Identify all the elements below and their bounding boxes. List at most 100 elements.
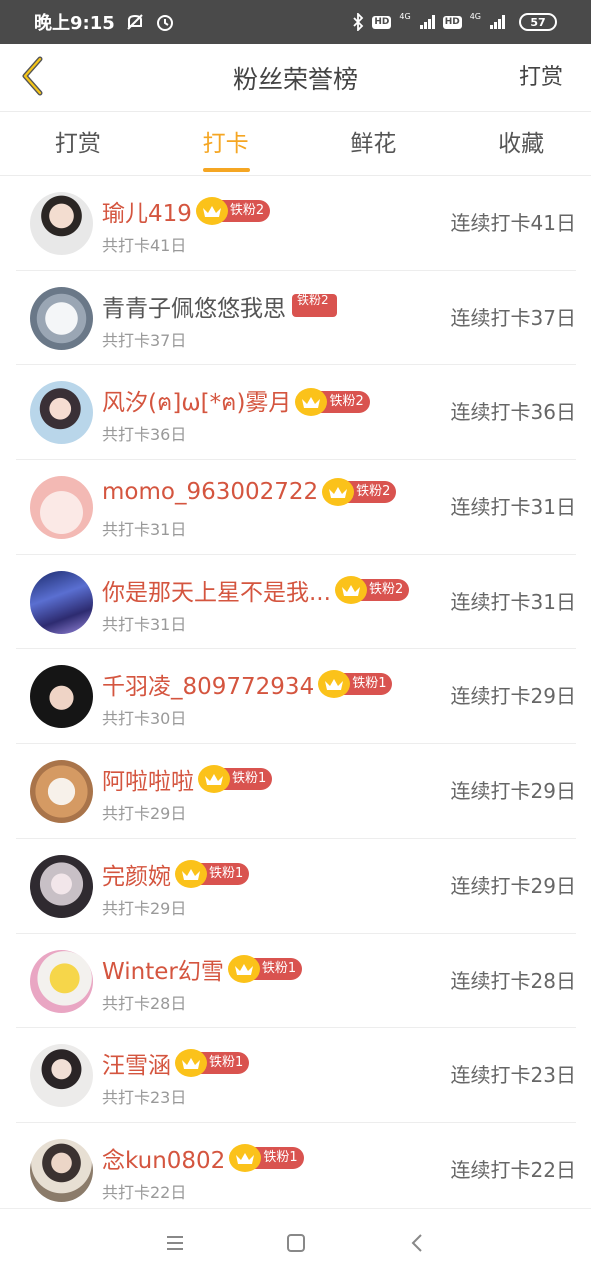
streak-count: 连续打卡36日	[450, 400, 576, 425]
fan-level-label: 铁粉2	[292, 294, 337, 318]
avatar[interactable]	[30, 570, 93, 634]
reward-button[interactable]: 打赏	[519, 44, 563, 112]
hd-badge-right: HD	[442, 15, 462, 29]
list-item[interactable]: Winter幻雪 铁粉1 共打卡28日 连续打卡28日	[16, 934, 576, 1029]
user-name[interactable]: 青青子佩悠悠我思	[102, 289, 286, 323]
fan-level-badge: 铁粉2	[334, 575, 410, 604]
system-back-button[interactable]	[356, 1209, 477, 1280]
home-button[interactable]	[235, 1209, 356, 1280]
user-name[interactable]: 你是那天上星不是我...	[102, 573, 331, 607]
back-icon	[410, 1233, 424, 1257]
total-checkins: 共打卡29日	[102, 804, 187, 824]
fan-level-badge: 铁粉1	[175, 1049, 250, 1078]
user-name[interactable]: 汪雪涵	[102, 1046, 171, 1080]
list-item[interactable]: 阿啦啦啦 铁粉1 共打卡29日 连续打卡29日	[16, 744, 576, 839]
streak-count: 连续打卡28日	[450, 968, 576, 993]
crown-icon	[229, 1143, 262, 1172]
avatar[interactable]	[30, 286, 93, 350]
tab-reward[interactable]: 打赏	[0, 112, 148, 175]
user-name[interactable]: 完颜婉	[102, 857, 171, 891]
avatar[interactable]	[30, 760, 93, 824]
crown-icon	[175, 1049, 207, 1078]
alarm-icon	[155, 12, 175, 32]
streak-count: 连续打卡29日	[450, 873, 576, 898]
battery-icon: 57	[519, 13, 557, 31]
total-checkins: 共打卡23日	[102, 1088, 187, 1108]
tab-flowers[interactable]: 鲜花	[296, 112, 444, 175]
streak-count: 连续打卡22日	[450, 1157, 576, 1182]
fan-level-badge: 铁粉1	[229, 1143, 304, 1172]
total-checkins: 共打卡28日	[102, 993, 187, 1013]
signal-icon	[490, 15, 505, 29]
network-right: 4G	[469, 12, 481, 21]
avatar[interactable]	[30, 381, 93, 445]
list-item[interactable]: 风汐(ฅ]ω[*ฅ)雾月 铁粉2 共打卡36日 连续打卡36日	[16, 365, 576, 461]
battery-level: 57	[530, 15, 546, 29]
streak-count: 连续打卡29日	[450, 779, 576, 804]
streak-count: 连续打卡29日	[450, 684, 576, 709]
avatar[interactable]	[30, 192, 93, 255]
menu-icon	[165, 1235, 185, 1255]
fan-level-badge: 铁粉1	[198, 765, 273, 794]
avatar[interactable]	[30, 949, 93, 1013]
fan-level-badge: 铁粉2	[295, 388, 370, 417]
bluetooth-icon	[352, 13, 364, 31]
user-name[interactable]: Winter幻雪	[102, 952, 224, 986]
fan-level-badge: 铁粉1	[318, 670, 393, 699]
crown-icon	[175, 859, 207, 888]
chevron-left-icon	[20, 56, 44, 100]
streak-count: 连续打卡23日	[450, 1063, 576, 1088]
avatar[interactable]	[30, 1044, 93, 1108]
list-item[interactable]: 你是那天上星不是我... 铁粉2 共打卡31日 连续打卡31日	[16, 555, 576, 650]
fan-level-badge: 铁粉1	[227, 954, 303, 983]
crown-icon	[227, 954, 260, 983]
list-item[interactable]: 青青子佩悠悠我思 铁粉2 共打卡37日 连续打卡37日	[16, 271, 576, 366]
user-name[interactable]: 念kun0802	[102, 1141, 225, 1175]
total-checkins: 共打卡37日	[102, 330, 187, 350]
list-item[interactable]: 完颜婉 铁粉1 共打卡29日 连续打卡29日	[16, 839, 576, 934]
list-item[interactable]: 汪雪涵 铁粉1 共打卡23日 连续打卡23日	[16, 1028, 576, 1123]
total-checkins: 共打卡31日	[102, 614, 187, 634]
tab-checkin[interactable]: 打卡	[148, 112, 296, 175]
tab-bar: 打赏 打卡 鲜花 收藏	[0, 112, 591, 176]
user-name[interactable]: 千羽凌_809772934	[102, 667, 314, 701]
avatar[interactable]	[30, 665, 93, 729]
crown-icon	[198, 765, 230, 794]
user-name[interactable]: 风汐(ฅ]ω[*ฅ)雾月	[102, 383, 291, 421]
total-checkins: 共打卡41日	[102, 236, 187, 255]
streak-count: 连续打卡41日	[450, 211, 576, 235]
total-checkins: 共打卡22日	[102, 1182, 187, 1202]
mute-icon	[125, 12, 145, 32]
fan-level-badge: 铁粉1	[175, 859, 250, 888]
signal-icon	[419, 15, 435, 29]
fan-level-badge: 铁粉2	[322, 478, 397, 507]
fan-level-badge: 铁粉2	[195, 197, 271, 225]
streak-count: 连续打卡37日	[450, 305, 576, 330]
back-button[interactable]	[12, 56, 52, 100]
list-item[interactable]: 千羽凌_809772934 铁粉1 共打卡30日 连续打卡29日	[16, 649, 576, 745]
hd-badge-left: HD	[372, 15, 392, 29]
avatar[interactable]	[30, 1138, 93, 1202]
total-checkins: 共打卡30日	[102, 709, 187, 729]
user-name[interactable]: momo_963002722	[102, 479, 318, 505]
status-bar: 晚上9:15 HD 4G HD 4G 57	[0, 0, 591, 44]
crown-icon	[195, 197, 228, 225]
avatar[interactable]	[30, 476, 93, 540]
avatar[interactable]	[30, 854, 93, 918]
total-checkins: 共打卡36日	[102, 425, 187, 445]
list-item[interactable]: 念kun0802 铁粉1 共打卡22日 连续打卡22日	[16, 1123, 576, 1218]
total-checkins: 共打卡29日	[102, 898, 187, 918]
tab-favorites[interactable]: 收藏	[443, 112, 591, 175]
user-name[interactable]: 瑜儿419	[102, 194, 192, 228]
total-checkins: 共打卡31日	[102, 520, 187, 540]
system-nav-bar	[0, 1208, 591, 1280]
menu-button[interactable]	[114, 1209, 235, 1280]
list-item[interactable]: momo_963002722 铁粉2 共打卡31日 连续打卡31日	[16, 460, 576, 555]
network-left: 4G	[399, 12, 411, 21]
streak-count: 连续打卡31日	[450, 495, 576, 520]
streak-count: 连续打卡31日	[450, 589, 576, 614]
status-time: 晚上9:15	[34, 13, 115, 34]
crown-icon	[334, 575, 367, 604]
list-item[interactable]: 瑜儿419 铁粉2 共打卡41日 连续打卡41日	[16, 176, 576, 271]
user-name[interactable]: 阿啦啦啦	[102, 762, 194, 796]
